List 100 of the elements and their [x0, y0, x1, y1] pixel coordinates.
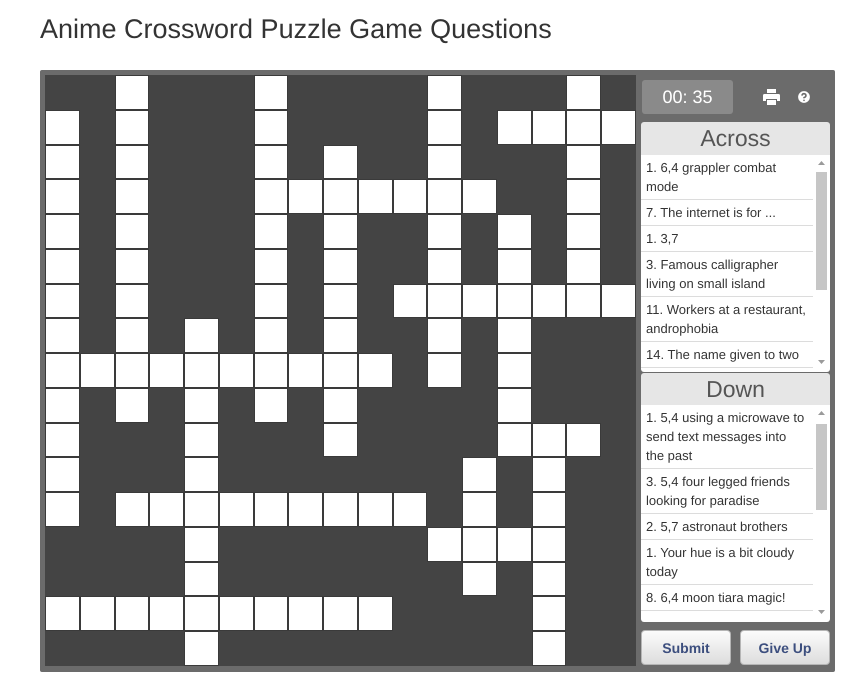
letter-cell[interactable]	[254, 388, 288, 423]
help-icon[interactable]	[796, 89, 812, 105]
letter-cell[interactable]	[358, 492, 393, 527]
letter-cell[interactable]	[566, 248, 602, 284]
letter-cell[interactable]	[254, 179, 288, 214]
letter-cell[interactable]	[462, 284, 497, 318]
letter-cell[interactable]	[45, 388, 80, 423]
action-button[interactable]: Give Up	[740, 630, 830, 665]
letter-cell[interactable]	[184, 631, 219, 666]
letter-cell[interactable]	[323, 492, 358, 527]
letter-cell[interactable]	[532, 631, 566, 666]
letter-cell[interactable]	[427, 318, 462, 354]
clue-item[interactable]: 1. Your hue is a bit cloudy today	[641, 540, 813, 585]
letter-cell[interactable]	[392, 284, 428, 318]
letter-cell[interactable]	[358, 353, 393, 388]
letter-cell[interactable]	[45, 457, 80, 492]
letter-cell[interactable]	[114, 388, 150, 423]
letter-cell[interactable]	[392, 179, 428, 214]
clue-item[interactable]: 14. The name given to two	[641, 342, 813, 368]
letter-cell[interactable]	[496, 526, 532, 562]
letter-cell[interactable]	[45, 179, 80, 214]
letter-cell[interactable]	[323, 388, 358, 423]
letter-cell[interactable]	[45, 284, 80, 318]
letter-cell[interactable]	[254, 318, 288, 354]
letter-cell[interactable]	[358, 596, 393, 632]
letter-cell[interactable]	[45, 422, 80, 458]
letter-cell[interactable]	[114, 110, 150, 145]
letter-cell[interactable]	[114, 248, 150, 284]
letter-cell[interactable]	[323, 214, 358, 249]
letter-cell[interactable]	[532, 492, 566, 527]
letter-cell[interactable]	[496, 388, 532, 423]
letter-cell[interactable]	[80, 596, 115, 632]
letter-cell[interactable]	[184, 457, 219, 492]
letter-cell[interactable]	[427, 353, 462, 388]
letter-cell[interactable]	[427, 110, 462, 145]
letter-cell[interactable]	[532, 562, 566, 596]
letter-cell[interactable]	[114, 179, 150, 214]
letter-cell[interactable]	[45, 144, 80, 180]
letter-cell[interactable]	[114, 75, 150, 110]
letter-cell[interactable]	[496, 284, 532, 318]
letter-cell[interactable]	[566, 284, 602, 318]
letter-cell[interactable]	[114, 492, 150, 527]
letter-cell[interactable]	[427, 526, 462, 562]
letter-cell[interactable]	[114, 144, 150, 180]
letter-cell[interactable]	[462, 179, 497, 214]
letter-cell[interactable]	[45, 492, 80, 527]
letter-cell[interactable]	[323, 596, 358, 632]
letter-cell[interactable]	[254, 75, 288, 110]
letter-cell[interactable]	[532, 110, 566, 145]
letter-cell[interactable]	[323, 318, 358, 354]
letter-cell[interactable]	[496, 214, 532, 249]
letter-cell[interactable]	[45, 110, 80, 145]
letter-cell[interactable]	[149, 353, 184, 388]
letter-cell[interactable]	[566, 214, 602, 249]
letter-cell[interactable]	[45, 214, 80, 249]
letter-cell[interactable]	[218, 596, 254, 632]
letter-cell[interactable]	[532, 284, 566, 318]
letter-cell[interactable]	[566, 75, 602, 110]
letter-cell[interactable]	[358, 179, 393, 214]
letter-cell[interactable]	[532, 457, 566, 492]
letter-cell[interactable]	[496, 353, 532, 388]
letter-cell[interactable]	[254, 144, 288, 180]
letter-cell[interactable]	[427, 284, 462, 318]
letter-cell[interactable]	[218, 353, 254, 388]
letter-cell[interactable]	[114, 214, 150, 249]
action-button[interactable]: Submit	[641, 630, 731, 665]
letter-cell[interactable]	[323, 353, 358, 388]
clue-item[interactable]: 2. 5,7 astronaut brothers	[641, 514, 813, 540]
clue-item[interactable]: 8. 6,4 moon tiara magic!	[641, 585, 813, 611]
letter-cell[interactable]	[392, 492, 428, 527]
letter-cell[interactable]	[80, 353, 115, 388]
letter-cell[interactable]	[323, 179, 358, 214]
print-icon[interactable]	[763, 89, 780, 105]
letter-cell[interactable]	[323, 144, 358, 180]
letter-cell[interactable]	[323, 248, 358, 284]
scrollbar-thumb[interactable]	[816, 172, 826, 290]
letter-cell[interactable]	[254, 214, 288, 249]
letter-cell[interactable]	[566, 422, 602, 458]
letter-cell[interactable]	[601, 110, 636, 145]
letter-cell[interactable]	[288, 353, 324, 388]
letter-cell[interactable]	[184, 526, 219, 562]
letter-cell[interactable]	[288, 596, 324, 632]
scrollbar-thumb[interactable]	[816, 424, 826, 510]
letter-cell[interactable]	[532, 422, 566, 458]
letter-cell[interactable]	[254, 353, 288, 388]
letter-cell[interactable]	[496, 248, 532, 284]
letter-cell[interactable]	[462, 562, 497, 596]
letter-cell[interactable]	[45, 596, 80, 632]
letter-cell[interactable]	[114, 596, 150, 632]
clue-item[interactable]: 1. 5,4 using a microwave to send text messages into the past	[641, 405, 813, 469]
letter-cell[interactable]	[532, 596, 566, 632]
clue-item[interactable]: 7. The internet is for ...	[641, 200, 813, 226]
letter-cell[interactable]	[45, 318, 80, 354]
letter-cell[interactable]	[184, 562, 219, 596]
letter-cell[interactable]	[566, 179, 602, 214]
letter-cell[interactable]	[184, 596, 219, 632]
letter-cell[interactable]	[566, 110, 602, 145]
letter-cell[interactable]	[532, 526, 566, 562]
letter-cell[interactable]	[45, 248, 80, 284]
letter-cell[interactable]	[184, 422, 219, 458]
